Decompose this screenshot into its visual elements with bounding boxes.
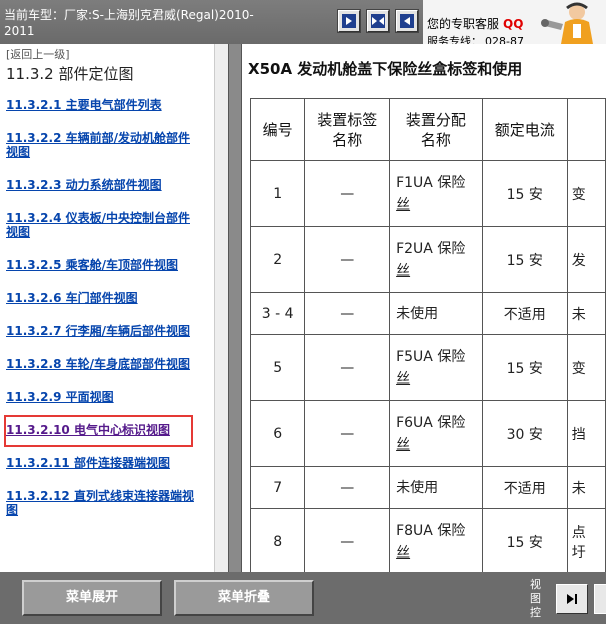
toc-link-plan-view[interactable]: 11.3.2.9 平面视图 <box>6 390 214 404</box>
arrow-right-bar-icon <box>567 594 577 604</box>
toc-link-trunk-rear[interactable]: 11.3.2.7 行李厢/车辆后部件视图 <box>6 324 214 338</box>
app-window: 当前车型：厂家:S-上海别克君威(Regal)2010- 2011 您的专职客服… <box>0 0 606 624</box>
menu-collapse-button[interactable]: 菜单折叠 <box>174 580 314 616</box>
table-row: 8 — F8UA 保险丝 15 安 点圩 <box>249 508 606 572</box>
header-rating: 额定电流 <box>481 98 568 161</box>
toc-panel: [返回上一级] 11.3.2 部件定位图 11.3.2.1 主要电气部件列表 1… <box>0 44 228 572</box>
header-usage <box>566 98 606 161</box>
service-agent-icon <box>533 0 606 44</box>
header-bar: 当前车型：厂家:S-上海别克君威(Regal)2010- 2011 您的专职客服… <box>0 0 606 48</box>
fuse-table: 编号 装置标签 名称 装置分配 名称 额定电流 1 — F1UA 保险丝 15 安 … <box>249 98 606 572</box>
split-arrows-icon <box>371 14 385 28</box>
document-title: X50A 发动机舱盖下保险丝盒标签和使用 <box>248 60 523 78</box>
selection-highlight <box>4 415 193 447</box>
header-device-name: 装置分配 名称 <box>389 98 483 161</box>
view-next-button[interactable] <box>556 584 588 614</box>
arrow-left-icon <box>400 14 414 28</box>
vehicle-line-2: 2011 <box>4 24 35 38</box>
toc-link-main-parts-list[interactable]: 11.3.2.1 主要电气部件列表 <box>6 98 214 112</box>
vehicle-line-1: 当前车型：厂家:S-上海别克君威(Regal)2010- <box>4 8 254 22</box>
service-label: 您的专职客服 <box>427 17 500 31</box>
table-row: 3 - 4 — 未使用 不适用 未 <box>249 292 606 335</box>
arrow-right-icon <box>342 14 356 28</box>
menu-expand-button[interactable]: 菜单展开 <box>22 580 162 616</box>
current-vehicle: 当前车型：厂家:S-上海别克君威(Regal)2010- 2011 <box>4 7 276 39</box>
nav-next-button[interactable] <box>396 10 418 32</box>
toc-link-inline-connector[interactable]: 11.3.2.12 直列式线束连接器端视图 <box>6 489 214 517</box>
view-control-label: 视图控 <box>530 578 541 619</box>
table-header-row: 编号 装置标签 名称 装置分配 名称 额定电流 <box>249 98 606 161</box>
view-extra-button[interactable] <box>594 584 606 614</box>
toc-link-component-connector[interactable]: 11.3.2.11 部件连接器端视图 <box>6 456 214 470</box>
table-row: 6 — F6UA 保险丝 30 安 挡 <box>249 400 606 467</box>
back-link[interactable]: [返回上一级] <box>6 46 70 62</box>
header-number: 编号 <box>249 98 306 161</box>
qq-link[interactable]: QQ <box>503 17 523 31</box>
nav-prev-button[interactable] <box>338 10 360 32</box>
toc-scrollbar[interactable] <box>214 44 228 572</box>
table-row: 5 — F5UA 保险丝 15 安 变 <box>249 334 606 401</box>
section-title: 11.3.2 部件定位图 <box>6 65 134 83</box>
toc-link-powertrain[interactable]: 11.3.2.3 动力系统部件视图 <box>6 178 214 192</box>
table-row: 2 — F2UA 保险丝 15 安 发 <box>249 226 606 293</box>
table-row: 7 — 未使用 不适用 未 <box>249 466 606 509</box>
toc-link-wheel-underbody[interactable]: 11.3.2.8 车轮/车身底部部件视图 <box>6 357 214 371</box>
toc-link-front-engine[interactable]: 11.3.2.2 车辆前部/发动机舱部件 视图 <box>6 131 214 159</box>
toc-link-instrument-panel[interactable]: 11.3.2.4 仪表板/中央控制台部件 视图 <box>6 211 214 239</box>
customer-service-panel: 您的专职客服 QQ 服务专线： 028-87 <box>423 0 606 48</box>
toc-link-passenger-roof[interactable]: 11.3.2.5 乘客舱/车顶部件视图 <box>6 258 214 272</box>
toc-link-door[interactable]: 11.3.2.6 车门部件视图 <box>6 291 214 305</box>
table-row: 1 — F1UA 保险丝 15 安 变 <box>249 160 606 227</box>
footer-bar: 菜单展开 菜单折叠 视图控 <box>0 572 606 624</box>
header-device-label: 装置标签 名称 <box>304 98 391 161</box>
panel-splitter[interactable] <box>228 44 242 572</box>
nav-split-button[interactable] <box>367 10 389 32</box>
document-panel: X50A 发动机舱盖下保险丝盒标签和使用 编号 装置标签 名称 装置分配 名称 额定… <box>242 44 606 572</box>
